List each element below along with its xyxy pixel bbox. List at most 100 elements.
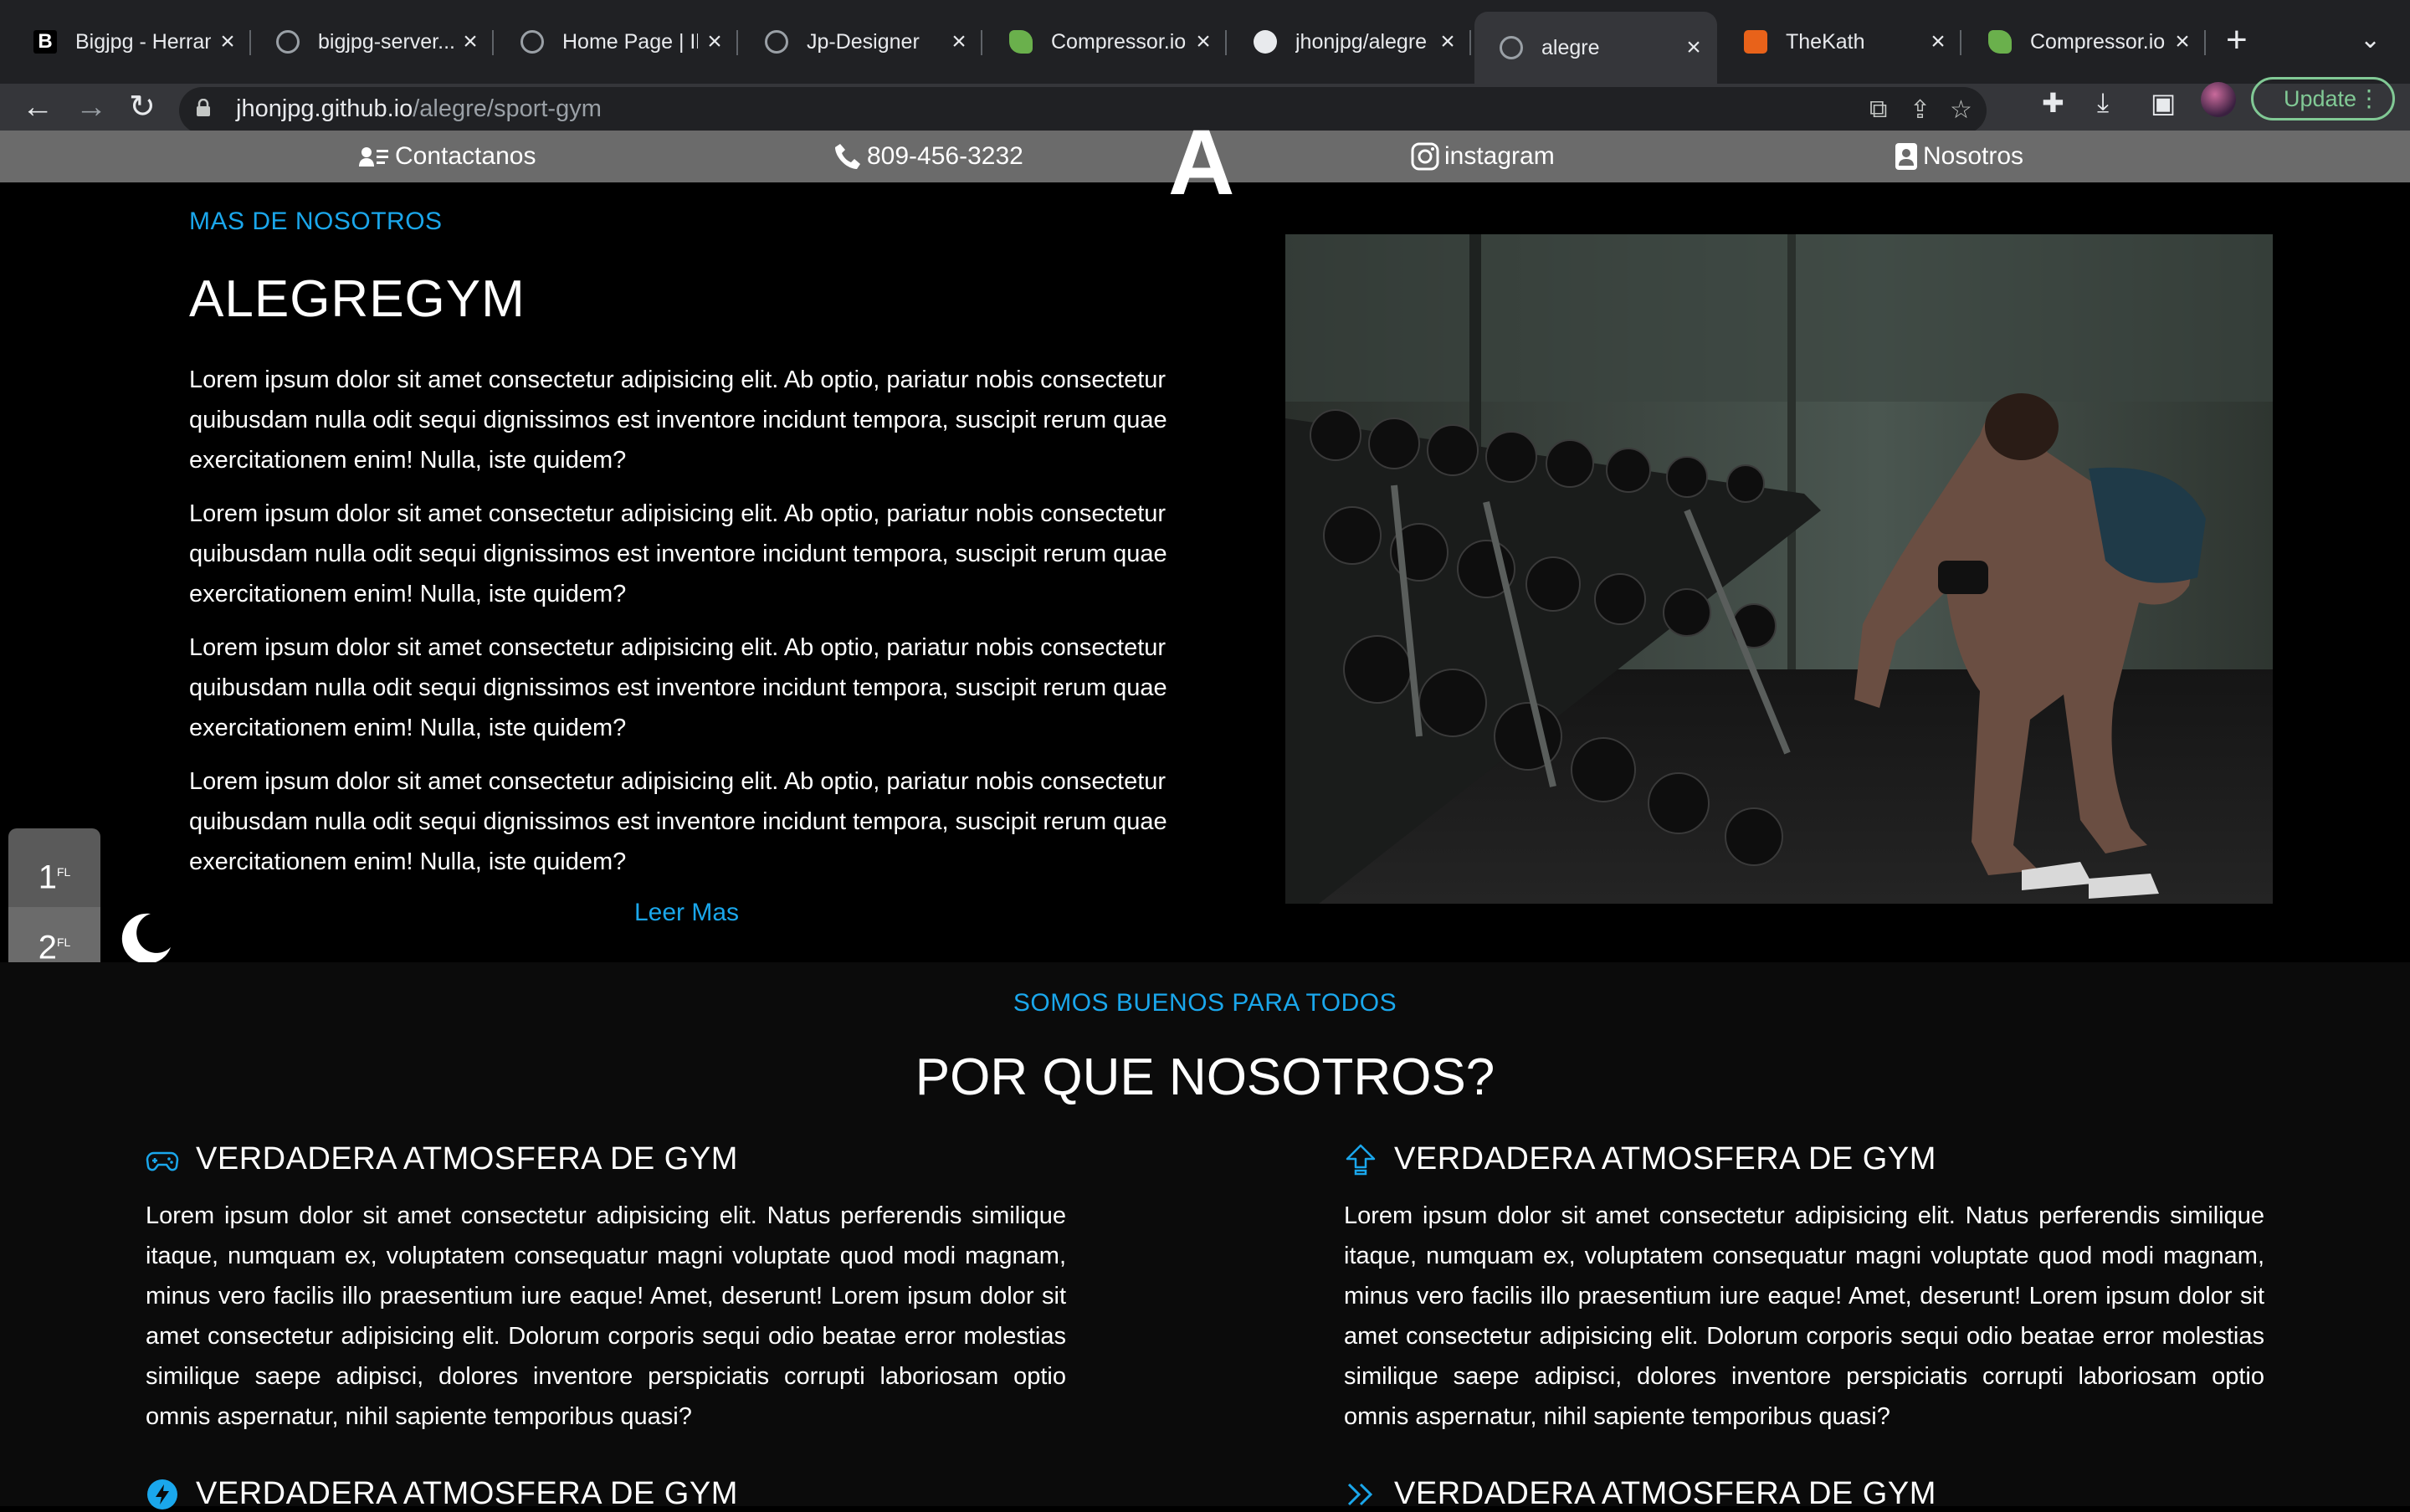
side-panel-icon[interactable]: ▣	[2151, 87, 2176, 119]
globe-icon	[520, 30, 544, 54]
leaf-icon	[1988, 30, 2012, 54]
nav-about-label: Nosotros	[1923, 142, 2024, 170]
globe-icon	[276, 30, 300, 54]
profile-avatar[interactable]	[2201, 82, 2236, 117]
close-icon[interactable]: ×	[698, 28, 731, 56]
orange-icon	[1744, 30, 1767, 54]
share-icon[interactable]: ⇪	[1910, 95, 1931, 125]
about-paragraph: Lorem ipsum dolor sit amet consectetur a…	[189, 366, 1167, 474]
section-title: POR QUE NOSOTROS?	[915, 1048, 1495, 1106]
floor-button-1[interactable]: 1FL	[8, 837, 100, 907]
url-host: jhonjpg.github.io	[236, 95, 413, 122]
id-badge-icon	[1895, 143, 1917, 170]
floor-suffix: FL	[56, 935, 71, 949]
nav-phone[interactable]: 809-456-3232	[833, 139, 1023, 174]
tab-title: bigjpg-server...	[318, 29, 454, 54]
translate-icon[interactable]: ⧉	[1869, 95, 1887, 124]
nav-about[interactable]: Nosotros	[1895, 139, 2023, 174]
browser-tab[interactable]: Compressor.io ×	[984, 12, 1227, 72]
browser-tab[interactable]: Jp-Designer ×	[740, 12, 982, 72]
tab-title: Bigjpg - Herramienta	[75, 29, 211, 54]
feature-heading: VERDADERA ATMOSFERA DE GYM	[1344, 1476, 2264, 1512]
floor-suffix: FL	[56, 865, 71, 879]
gym-photo	[1285, 234, 2273, 904]
tab-title: alegre	[1541, 35, 1600, 59]
site-logo[interactable]: A	[1168, 117, 1234, 209]
feature-title: VERDADERA ATMOSFERA DE GYM	[196, 1141, 738, 1176]
close-icon[interactable]: ×	[1187, 28, 1220, 56]
feature-title: VERDADERA ATMOSFERA DE GYM	[1394, 1476, 1936, 1511]
download-icon[interactable]: ⤓	[2097, 87, 2109, 119]
about-paragraph: Lorem ipsum dolor sit amet consectetur a…	[189, 768, 1167, 875]
browser-tab[interactable]: Compressor.io ×	[1963, 12, 2206, 72]
leaf-icon	[1009, 30, 1033, 54]
browser-tab[interactable]: B Bigjpg - Herramienta ×	[8, 12, 251, 72]
feature-title: VERDADERA ATMOSFERA DE GYM	[1394, 1141, 1936, 1176]
address-bar[interactable]: jhonjpg.github.io/alegre/sport-gym ⧉ ⇪ ☆	[179, 87, 1987, 134]
nav-contact-label: Contactanos	[395, 142, 536, 170]
address-card-icon	[359, 147, 388, 167]
tab-title: Compressor.io	[2030, 29, 2166, 54]
letter-b-icon: B	[33, 30, 57, 54]
instagram-icon	[1411, 142, 1439, 171]
read-more-link[interactable]: Leer Mas	[634, 899, 739, 927]
close-icon[interactable]: ×	[1677, 33, 1710, 62]
tab-title: Home Page | Illustrations	[562, 29, 698, 54]
about-text: Lorem ipsum dolor sit amet consectetur a…	[189, 360, 1193, 895]
close-icon[interactable]: ×	[454, 28, 487, 56]
floor-number: 2	[38, 929, 57, 966]
close-icon[interactable]: ×	[1921, 28, 1955, 56]
tab-title: jhonjpg/alegre	[1295, 29, 1428, 54]
nav-contact[interactable]: Contactanos	[358, 139, 536, 174]
forward-arrow-icon[interactable]: →	[75, 84, 107, 131]
kebab-menu-icon[interactable]: ⋮	[2357, 79, 2381, 118]
url-path: /alegre/sport-gym	[413, 95, 602, 122]
feature-heading: VERDADERA ATMOSFERA DE GYM	[146, 1476, 1066, 1512]
extensions-puzzle-icon[interactable]: ✚	[2042, 87, 2064, 119]
browser-tab-active[interactable]: alegre ×	[1474, 12, 1717, 84]
feature-card: VERDADERA ATMOSFERA DE GYM Lorem ipsum d…	[1344, 1141, 2264, 1437]
about-paragraph: Lorem ipsum dolor sit amet consectetur a…	[189, 500, 1167, 607]
feature-card: VERDADERA ATMOSFERA DE GYM Lorem ipsum d…	[146, 1141, 1066, 1437]
github-icon	[1254, 30, 1277, 54]
gamepad-icon	[146, 1151, 179, 1171]
arrow-up-icon	[1346, 1144, 1376, 1175]
update-button[interactable]: Update ⋮	[2251, 77, 2395, 120]
feature-text: Lorem ipsum dolor sit amet consectetur a…	[1344, 1202, 2264, 1430]
reload-icon[interactable]: ↻	[129, 84, 156, 131]
moon-icon[interactable]	[117, 910, 174, 967]
browser-tab[interactable]: jhonjpg/alegre ×	[1228, 12, 1471, 72]
close-icon[interactable]: ×	[1431, 28, 1464, 56]
close-icon[interactable]: ×	[211, 28, 244, 56]
section-kicker: SOMOS BUENOS PARA TODOS	[1013, 989, 1397, 1017]
globe-icon	[765, 30, 788, 54]
tab-title: Compressor.io	[1051, 29, 1187, 54]
close-icon[interactable]: ×	[2166, 28, 2199, 56]
section-title: ALEGREGYM	[189, 270, 526, 328]
back-arrow-icon[interactable]: ←	[22, 84, 54, 131]
about-paragraph: Lorem ipsum dolor sit amet consectetur a…	[189, 634, 1167, 741]
feature-text: Lorem ipsum dolor sit amet consectetur a…	[146, 1202, 1066, 1430]
tab-title: Jp-Designer	[807, 29, 920, 54]
tab-search-chevron-icon[interactable]: ⌄	[2360, 25, 2381, 54]
feature-card: VERDADERA ATMOSFERA DE GYM	[146, 1476, 1066, 1512]
url-text: jhonjpg.github.io/alegre/sport-gym	[236, 95, 602, 123]
nav-instagram-label: instagram	[1444, 142, 1555, 170]
browser-tab[interactable]: Home Page | Illustrations ×	[495, 12, 738, 72]
browser-tab-strip: B Bigjpg - Herramienta × bigjpg-server..…	[0, 0, 2410, 84]
feature-card: VERDADERA ATMOSFERA DE GYM	[1344, 1476, 2264, 1512]
tab-title: TheKath	[1786, 29, 1865, 54]
nav-instagram[interactable]: instagram	[1411, 139, 1555, 174]
close-icon[interactable]: ×	[942, 28, 976, 56]
update-label: Update	[2284, 86, 2357, 111]
nav-phone-label: 809-456-3232	[867, 142, 1023, 170]
globe-icon	[1500, 36, 1523, 59]
feature-heading: VERDADERA ATMOSFERA DE GYM	[1344, 1141, 2264, 1177]
phone-icon	[835, 144, 860, 169]
feature-title: VERDADERA ATMOSFERA DE GYM	[196, 1476, 738, 1511]
browser-tab[interactable]: bigjpg-server... ×	[251, 12, 494, 72]
star-icon[interactable]: ☆	[1950, 95, 1972, 125]
section-kicker: MAS DE NOSOTROS	[189, 208, 443, 235]
browser-tab[interactable]: TheKath ×	[1719, 12, 1961, 72]
new-tab-button[interactable]: +	[2226, 22, 2248, 59]
